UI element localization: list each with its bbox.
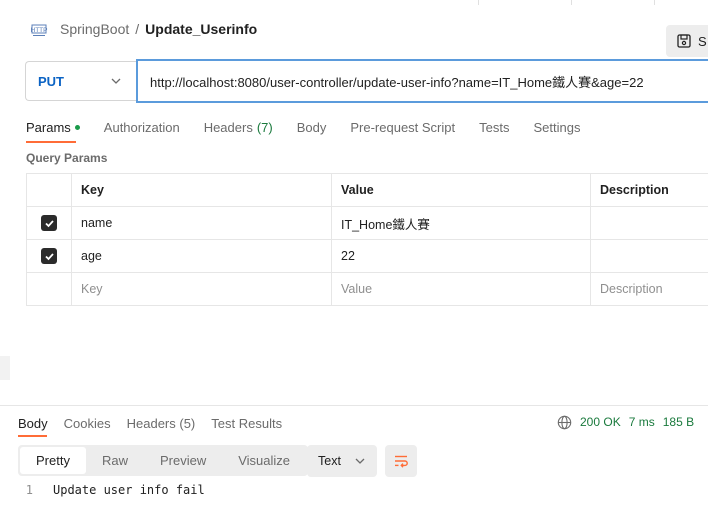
tab-authorization[interactable]: Authorization bbox=[104, 120, 180, 135]
response-body-text[interactable]: Update user info fail bbox=[53, 483, 205, 497]
param-description-cell[interactable] bbox=[590, 239, 708, 273]
param-description-cell[interactable] bbox=[590, 206, 708, 240]
response-divider[interactable] bbox=[0, 405, 708, 406]
request-tabs: Params Authorization Headers (7) Body Pr… bbox=[26, 117, 604, 137]
param-key-cell[interactable]: name bbox=[71, 206, 332, 240]
tab-body[interactable]: Body bbox=[297, 120, 327, 135]
breadcrumb: SpringBoot / Update_Userinfo bbox=[60, 21, 257, 37]
column-header-description: Description bbox=[590, 173, 708, 207]
table-row: name IT_Home鐵人賽 bbox=[26, 206, 708, 240]
save-button[interactable]: S bbox=[666, 25, 708, 57]
query-params-table: Key Value Description name IT_Home鐵人賽 ag… bbox=[26, 173, 708, 306]
response-tab-test-results[interactable]: Test Results bbox=[211, 416, 282, 431]
http-icon: HTTP bbox=[31, 24, 48, 36]
status-code[interactable]: 200 OK bbox=[580, 415, 621, 429]
request-name[interactable]: Update_Userinfo bbox=[145, 21, 257, 37]
tab-headers-label: Headers bbox=[203, 119, 253, 135]
row-checkbox-cell bbox=[26, 206, 72, 240]
checkmark-icon bbox=[44, 252, 54, 260]
wrap-lines-icon bbox=[395, 455, 408, 468]
view-raw-button[interactable]: Raw bbox=[86, 447, 144, 474]
view-mode-toggle: Pretty Raw Preview Visualize bbox=[18, 445, 309, 476]
table-row-new: Key Value Description bbox=[26, 272, 708, 306]
param-key-cell[interactable]: age bbox=[71, 239, 332, 273]
row-checkbox[interactable] bbox=[41, 215, 57, 231]
row-checkbox-cell bbox=[26, 239, 72, 273]
new-description-input[interactable]: Description bbox=[590, 272, 708, 306]
response-active-tab-indicator bbox=[18, 435, 47, 437]
url-input[interactable]: http://localhost:8080/user-controller/up… bbox=[136, 59, 708, 103]
url-value: http://localhost:8080/user-controller/up… bbox=[150, 74, 644, 90]
wrap-lines-button[interactable] bbox=[385, 445, 417, 477]
response-meta: 200 OK 7 ms 185 B bbox=[557, 413, 694, 431]
view-pretty-button[interactable]: Pretty bbox=[20, 447, 86, 474]
svg-text:HTTP: HTTP bbox=[31, 27, 48, 34]
chevron-down-icon bbox=[355, 458, 365, 464]
tab-tests-label: Tests bbox=[479, 119, 510, 135]
response-tab-headers-count: (5) bbox=[179, 415, 196, 431]
active-tab-indicator bbox=[26, 141, 76, 143]
tab-authorization-label: Authorization bbox=[103, 119, 180, 135]
tab-headers[interactable]: Headers (7) bbox=[204, 120, 273, 135]
tab-params-label: Params bbox=[26, 119, 71, 135]
table-header-row: Key Value Description bbox=[26, 173, 708, 207]
method-value: PUT bbox=[38, 73, 64, 89]
column-header-value: Value bbox=[331, 173, 591, 207]
breadcrumb-separator: / bbox=[135, 21, 140, 37]
tab-edge bbox=[654, 0, 708, 5]
chevron-down-icon bbox=[111, 78, 121, 84]
response-tab-headers[interactable]: Headers (5) bbox=[127, 416, 196, 431]
row-checkbox[interactable] bbox=[41, 248, 57, 264]
method-select[interactable]: PUT bbox=[25, 61, 136, 101]
row-checkbox-cell bbox=[26, 272, 72, 306]
new-value-input[interactable]: Value bbox=[331, 272, 591, 306]
new-key-input[interactable]: Key bbox=[71, 272, 332, 306]
response-time[interactable]: 7 ms bbox=[629, 415, 655, 429]
response-size[interactable]: 185 B bbox=[663, 415, 694, 429]
query-params-title: Query Params bbox=[26, 151, 108, 165]
tab-pre-request-script-label: Pre-request Script bbox=[350, 119, 456, 135]
tab-edge bbox=[571, 0, 654, 5]
format-select-value: Text bbox=[318, 454, 341, 468]
tab-params[interactable]: Params bbox=[26, 120, 80, 135]
top-tab-strip bbox=[0, 0, 708, 5]
tab-edge bbox=[478, 0, 571, 5]
breadcrumb-collection[interactable]: SpringBoot bbox=[60, 21, 129, 37]
response-tab-cookies[interactable]: Cookies bbox=[64, 416, 111, 431]
params-active-dot bbox=[74, 124, 80, 130]
checkmark-icon bbox=[44, 219, 54, 227]
format-select[interactable]: Text bbox=[307, 445, 377, 477]
tab-headers-count: (7) bbox=[256, 119, 273, 135]
table-row: age 22 bbox=[26, 239, 708, 273]
side-panel-handle[interactable] bbox=[0, 356, 10, 380]
tab-body-label: Body bbox=[296, 119, 327, 135]
line-number: 1 bbox=[25, 483, 33, 497]
param-value-cell[interactable]: 22 bbox=[331, 239, 591, 273]
save-icon bbox=[677, 34, 691, 48]
response-tab-headers-label: Headers bbox=[126, 415, 176, 431]
column-header-key: Key bbox=[71, 173, 332, 207]
save-button-label: S bbox=[698, 33, 707, 49]
view-preview-button[interactable]: Preview bbox=[144, 447, 222, 474]
view-visualize-button[interactable]: Visualize bbox=[222, 447, 306, 474]
tab-pre-request-script[interactable]: Pre-request Script bbox=[350, 120, 455, 135]
response-tabs: Body Cookies Headers (5) Test Results bbox=[18, 413, 298, 433]
checkbox-column-header bbox=[26, 173, 72, 207]
tab-settings-label: Settings bbox=[533, 119, 581, 135]
response-tab-body[interactable]: Body bbox=[18, 416, 48, 431]
param-value-cell[interactable]: IT_Home鐵人賽 bbox=[331, 206, 591, 240]
tab-tests[interactable]: Tests bbox=[479, 120, 509, 135]
response-body-line: 1 Update user info fail bbox=[18, 480, 708, 500]
request-header: HTTP SpringBoot / Update_Userinfo S bbox=[0, 12, 708, 57]
globe-icon[interactable] bbox=[557, 415, 572, 430]
tab-settings[interactable]: Settings bbox=[533, 120, 580, 135]
